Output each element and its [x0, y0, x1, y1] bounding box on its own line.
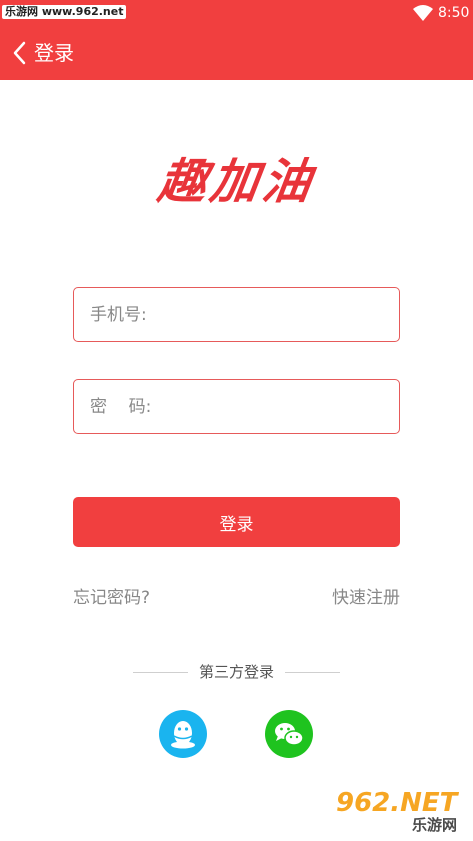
- watermark-brand: 962.NET: [336, 788, 460, 818]
- app-header: 登录: [0, 26, 473, 80]
- back-arrow-icon[interactable]: [10, 40, 36, 66]
- forgot-password-link[interactable]: 忘记密码?: [73, 587, 150, 609]
- password-field[interactable]: [73, 379, 400, 434]
- phone-input[interactable]: [74, 288, 399, 341]
- register-link[interactable]: 快速注册: [332, 587, 400, 609]
- watermark-top: 乐游网 www.962.net: [2, 5, 127, 19]
- watermark-subtitle: 乐游网: [412, 816, 457, 834]
- wifi-icon: [413, 5, 433, 21]
- divider-right: [285, 672, 340, 673]
- wechat-login-button[interactable]: [265, 710, 313, 758]
- phone-field[interactable]: [73, 287, 400, 342]
- third-party-label: 第三方登录: [198, 663, 274, 681]
- wechat-icon: [275, 723, 304, 746]
- status-bar: 乐游网 www.962.net 8:50: [0, 0, 473, 26]
- status-time: 8:50: [438, 5, 470, 21]
- qq-icon: [171, 721, 195, 749]
- password-input[interactable]: [74, 380, 399, 433]
- login-button[interactable]: 登录: [73, 497, 400, 547]
- page-title: 登录: [34, 41, 74, 65]
- watermark-logo: 962.NET 乐游网: [336, 788, 460, 834]
- qq-login-button[interactable]: [159, 710, 207, 758]
- app-logo: 趣加油: [154, 154, 319, 210]
